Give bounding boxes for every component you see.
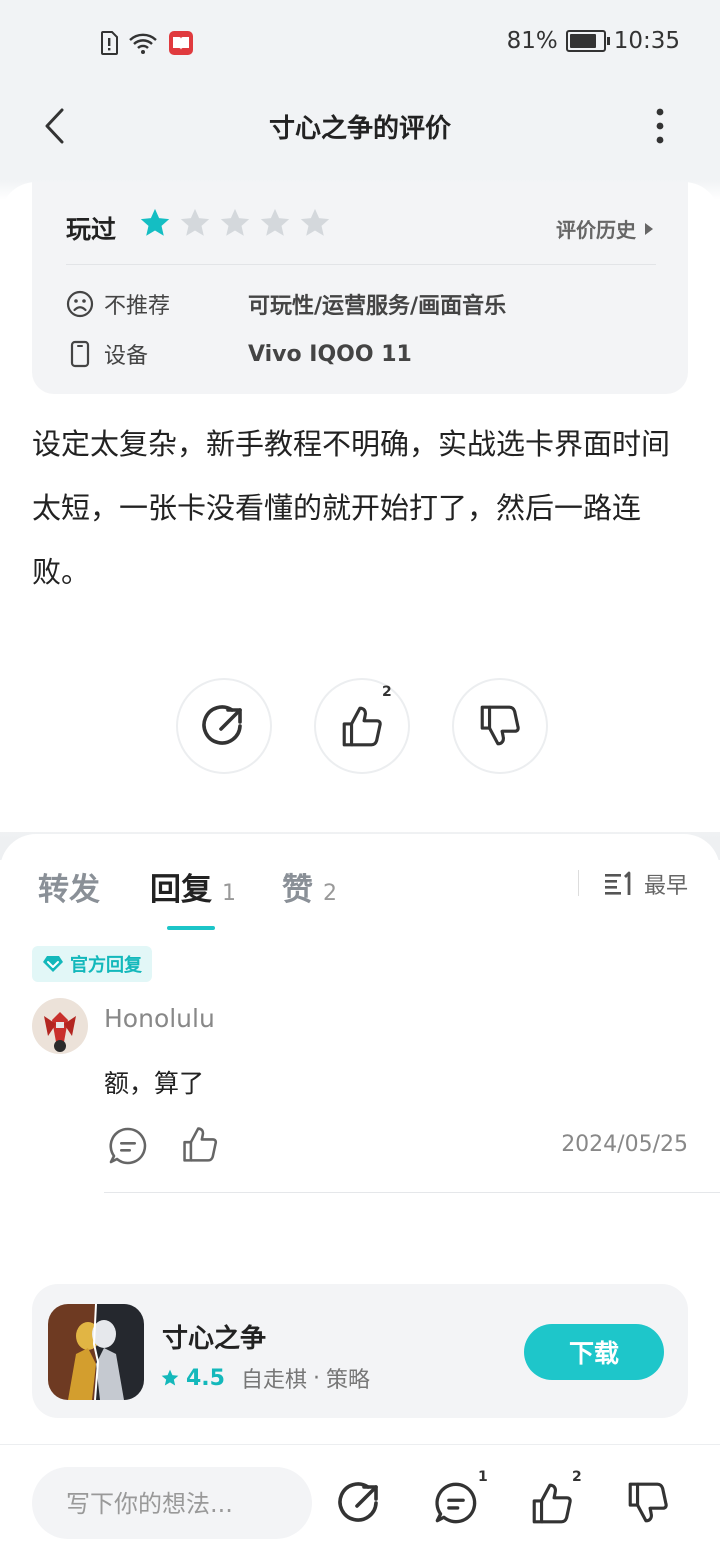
device-value: Vivo IQOO 11 (248, 341, 412, 367)
bottom-comment-button[interactable]: 1 (430, 1469, 488, 1529)
dislike-button[interactable] (452, 678, 548, 774)
bottom-action-bar: 1 2 (0, 1444, 720, 1561)
reply-divider (104, 1192, 720, 1193)
status-icons (100, 30, 194, 56)
like-count-badge: 2 (382, 684, 392, 700)
reader-app-icon (169, 31, 193, 55)
clock: 10:35 (613, 28, 680, 54)
like-button[interactable]: 2 (314, 678, 410, 774)
recommend-row: 不推荐 可玩性/运营服务/画面音乐 (66, 288, 506, 320)
review-actions: 2 (176, 678, 548, 774)
user-avatar-image (32, 998, 88, 1054)
avatar[interactable] (32, 998, 88, 1054)
tab-like-count: 2 (323, 881, 337, 906)
star-rating (138, 206, 332, 240)
status-right: 81% 10:35 (507, 28, 680, 54)
share-icon (338, 1482, 378, 1522)
tab-reply-label: 回复 (150, 872, 212, 908)
reply-date: 2024/05/25 (561, 1132, 688, 1157)
star-empty-icon (180, 208, 210, 236)
header: 寸心之争的评价 (0, 84, 720, 170)
phone-icon (70, 340, 90, 368)
star-empty-icon (260, 208, 290, 236)
card-divider (66, 264, 656, 265)
reply-username[interactable]: Honolulu (104, 1004, 215, 1033)
app-card[interactable]: 寸心之争 4.5 自走棋 · 策略 下载 (32, 1284, 688, 1418)
review-history-link[interactable]: 评价历史 (556, 214, 654, 243)
more-vertical-icon (656, 108, 664, 144)
battery-tip (606, 37, 610, 45)
official-reply-badge: 官方回复 (32, 946, 152, 982)
share-icon (202, 705, 242, 745)
app-icon-image (48, 1304, 144, 1400)
wifi-icon (129, 33, 157, 54)
played-label: 玩过 (66, 215, 117, 244)
review-text: 设定太复杂，新手教程不明确，实战选卡界面时间太短，一张卡没看懂的就开始打了，然后… (32, 427, 671, 589)
official-reply-label: 官方回复 (70, 955, 142, 976)
comment-icon (435, 1482, 477, 1524)
tab-like[interactable]: 赞2 (282, 864, 337, 909)
review-summary-card: 玩过 评价历史 不推荐 可玩性/运营服务/画面音乐 设备 Vivo IQOO 1… (32, 182, 688, 394)
tab-reply-count: 1 (222, 881, 236, 906)
sim-alert-icon (101, 31, 118, 55)
app-meta: 4.5 自走棋 · 策略 (160, 1362, 370, 1394)
app-genre: 自走棋 (240, 1368, 307, 1393)
active-tab-indicator (167, 926, 215, 930)
sort-order-icon (604, 871, 631, 895)
comment-count-badge: 1 (478, 1469, 488, 1485)
bottom-dislike-button[interactable] (622, 1477, 674, 1529)
star-empty-icon (220, 208, 250, 236)
bottom-like-button[interactable]: 2 (526, 1469, 582, 1529)
page-title: 寸心之争的评价 (268, 114, 451, 144)
recommend-label: 不推荐 (104, 294, 171, 319)
star-icon (161, 1369, 179, 1386)
sad-face-icon (66, 290, 94, 318)
sort-button[interactable]: 最早 (604, 868, 688, 900)
tab-like-label: 赞 (282, 872, 313, 908)
diamond-badge-icon (43, 956, 63, 972)
battery-icon (565, 30, 610, 52)
thumbs-up-icon (183, 1127, 218, 1162)
meta-separator: · (313, 1365, 320, 1391)
comment-icon (109, 1127, 147, 1165)
triangle-right-icon (645, 222, 653, 235)
comment-input[interactable] (64, 1467, 308, 1541)
reply-text: 额，算了 (104, 1069, 205, 1098)
thumbs-down-icon (628, 1482, 668, 1523)
tab-forward-label: 转发 (38, 872, 100, 908)
status-bar: 81% 10:35 (0, 0, 720, 84)
thumbs-down-icon (480, 705, 520, 746)
sort-label: 最早 (643, 874, 688, 899)
device-row: 设备 Vivo IQOO 11 (66, 338, 412, 370)
app-category: 策略 (326, 1368, 371, 1393)
bottom-share-button[interactable] (334, 1477, 386, 1529)
review-tags: 可玩性/运营服务/画面音乐 (248, 294, 507, 319)
sort-divider (578, 870, 579, 896)
reply-like-button[interactable] (180, 1124, 220, 1168)
app-rating: 4.5 (186, 1365, 225, 1391)
thumbs-up-icon (342, 706, 382, 747)
battery-fill (569, 34, 596, 48)
download-button[interactable]: 下载 (524, 1324, 664, 1380)
review-history-label: 评价历史 (556, 218, 636, 242)
reply-comment-button[interactable] (108, 1126, 148, 1170)
star-empty-icon (300, 208, 330, 236)
app-name: 寸心之争 (162, 1324, 267, 1354)
device-label: 设备 (104, 344, 149, 369)
more-button[interactable] (640, 104, 680, 148)
app-icon (48, 1304, 144, 1400)
share-button[interactable] (176, 678, 272, 774)
battery-percent: 81% (506, 28, 558, 54)
tab-forward[interactable]: 转发 (38, 864, 100, 909)
thumbs-up-icon (532, 1483, 572, 1524)
star-filled-icon (140, 208, 170, 236)
tab-reply[interactable]: 回复 1 (150, 864, 236, 909)
comment-input-box[interactable] (32, 1467, 312, 1541)
like-count-badge: 2 (572, 1469, 582, 1485)
